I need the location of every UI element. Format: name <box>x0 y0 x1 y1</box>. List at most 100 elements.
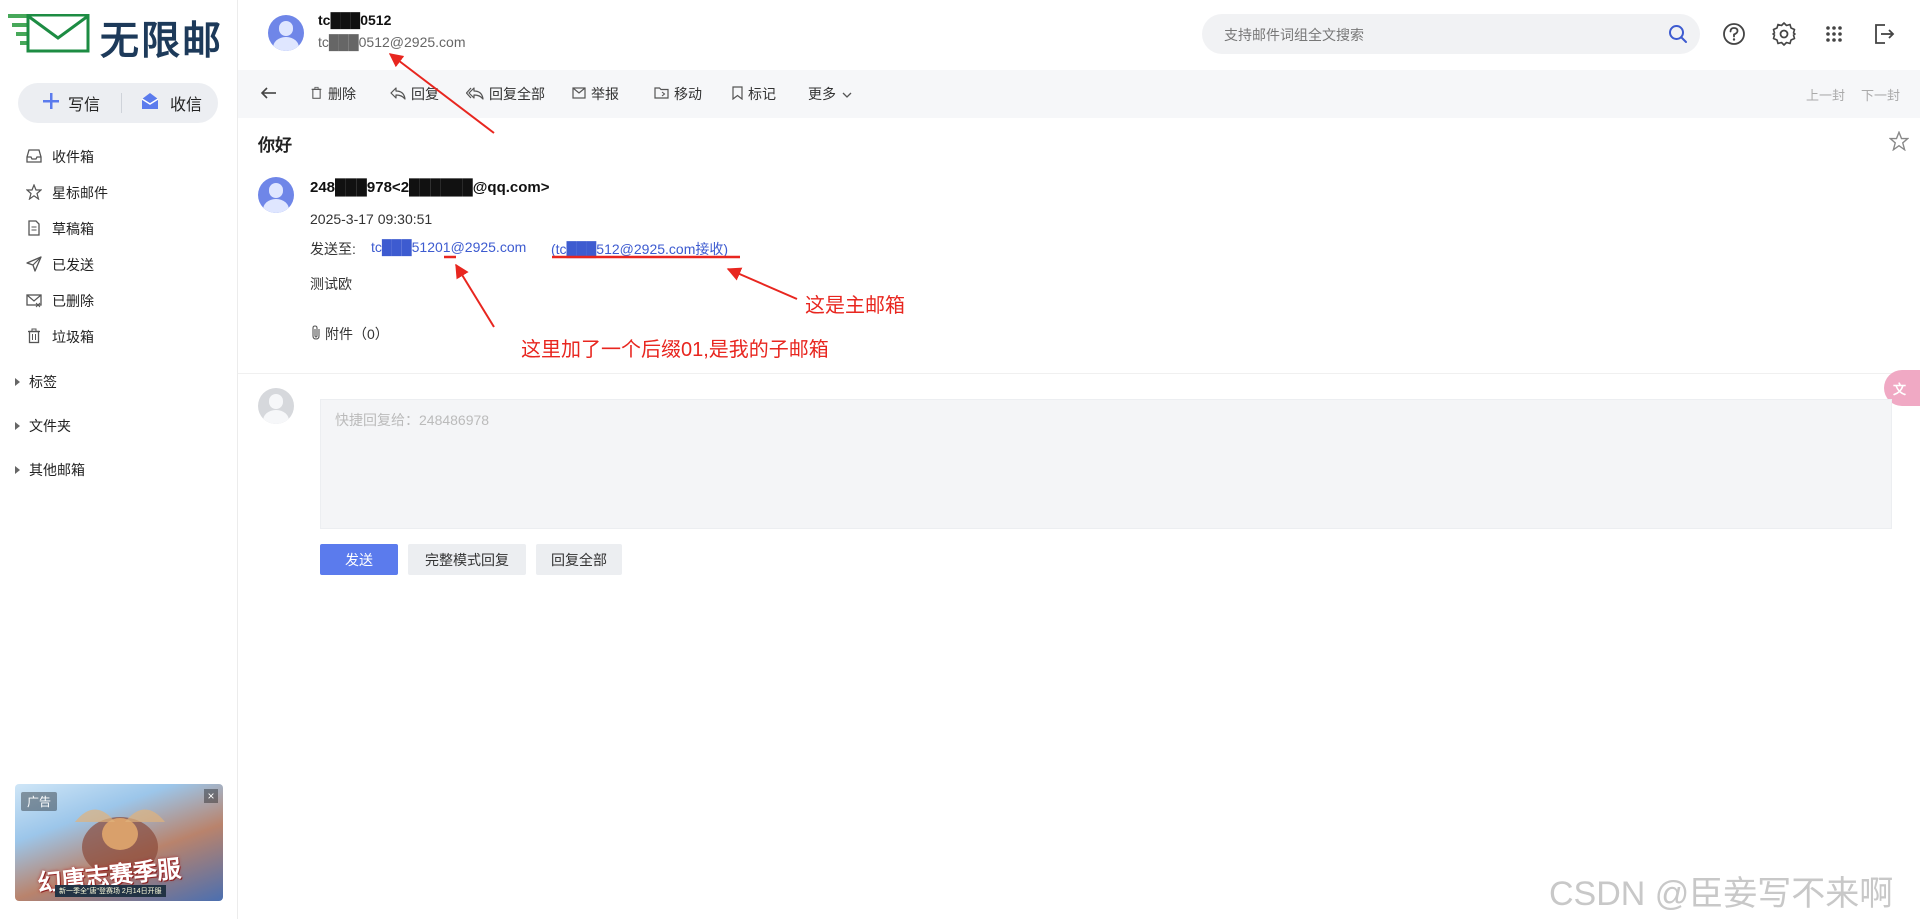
mail-toolbar: 删除 回复 回复全部 举报 移动 标记 更多 上一封 下一封 <box>238 70 1920 118</box>
back-button[interactable] <box>260 70 283 118</box>
sidebar-item-deleted[interactable]: 已删除 <box>26 287 94 315</box>
apps-grid-icon[interactable] <box>1820 20 1848 48</box>
mail-subject: 你好 <box>258 136 292 155</box>
sidebar-item-label: 垃圾箱 <box>52 329 94 345</box>
sidebar-item-label: 草稿箱 <box>52 221 94 237</box>
attachments-label: 附件（0） <box>325 326 389 342</box>
reply-label: 回复 <box>411 86 439 102</box>
mail-body: 测试欧 <box>310 276 352 292</box>
receive-mail-icon <box>140 92 160 115</box>
delete-label: 删除 <box>328 86 356 102</box>
sidebar-group-label: 其他邮箱 <box>29 462 85 478</box>
sidebar-group-folders[interactable]: 文件夹 <box>15 414 71 438</box>
ad-banner[interactable]: 广告 × 幻唐志赛季服 新一季全"唐"登赛场 2月14日开服 <box>15 784 223 901</box>
sidebar-item-inbox[interactable]: 收件箱 <box>26 143 94 171</box>
account-email: tc███0512@2925.com <box>318 34 466 50</box>
inbox-icon <box>26 148 52 167</box>
logo-text: 无限邮 <box>100 20 224 63</box>
reply-all-label: 回复全部 <box>489 86 545 102</box>
logout-icon[interactable] <box>1870 20 1898 48</box>
more-button[interactable]: 更多 <box>808 70 857 118</box>
ad-subtitle: 新一季全"唐"登赛场 2月14日开服 <box>55 885 166 897</box>
reply-icon <box>390 86 411 103</box>
search-icon[interactable] <box>1666 22 1690 51</box>
sidebar-item-label: 收件箱 <box>52 149 94 165</box>
report-button[interactable]: 举报 <box>572 70 619 118</box>
send-button[interactable]: 发送 <box>320 544 398 575</box>
account-avatar[interactable] <box>268 15 304 51</box>
star-icon <box>25 182 52 203</box>
account-name: tc███0512 <box>318 12 392 28</box>
receive-label: 收信 <box>170 97 203 114</box>
full-mode-reply-button[interactable]: 完整模式回复 <box>408 544 526 575</box>
plus-icon <box>42 92 60 115</box>
trash-icon <box>26 328 52 347</box>
search-input[interactable] <box>1222 24 1646 46</box>
receive-button[interactable]: 收信 <box>140 83 202 123</box>
mark-button[interactable]: 标记 <box>732 70 776 118</box>
reply-all-bottom-button[interactable]: 回复全部 <box>536 544 622 575</box>
gear-icon[interactable] <box>1770 20 1798 48</box>
deleted-mail-icon <box>26 292 52 311</box>
recipient-address[interactable]: tc███51201@2925.com <box>371 239 526 255</box>
star-icon[interactable] <box>1888 130 1910 156</box>
divider <box>238 373 1920 374</box>
reply-all-button[interactable]: 回复全部 <box>465 70 545 118</box>
mail-icon <box>572 86 591 102</box>
watermark: CSDN @臣妾写不来啊 <box>1549 875 1894 913</box>
reply-all-icon <box>465 86 489 103</box>
send-icon <box>26 255 52 275</box>
sidebar-item-drafts[interactable]: 草稿箱 <box>26 215 94 243</box>
sidebar-group-other-mailboxes[interactable]: 其他邮箱 <box>15 458 85 482</box>
recipient-label: 发送至: <box>310 241 356 257</box>
sender-avatar <box>258 177 294 213</box>
move-button[interactable]: 移动 <box>654 70 702 118</box>
compose-bar: 写信 收信 <box>18 83 218 123</box>
sidebar-item-starred[interactable]: 星标邮件 <box>25 179 108 207</box>
my-avatar <box>258 388 294 424</box>
sidebar-item-label: 已发送 <box>52 257 94 273</box>
more-label: 更多 <box>808 86 836 102</box>
sidebar: 无限邮 写信 收信 收件箱 星标邮件 草稿箱 已发送 已删除 垃圾箱 标签 文件… <box>0 0 238 919</box>
divider <box>121 93 122 113</box>
sidebar-item-label: 已删除 <box>52 293 94 309</box>
sidebar-item-label: 星标邮件 <box>52 185 108 201</box>
close-icon[interactable]: × <box>204 789 218 803</box>
reply-button[interactable]: 回复 <box>390 70 439 118</box>
sidebar-item-sent[interactable]: 已发送 <box>26 251 94 279</box>
mark-label: 标记 <box>748 86 776 102</box>
annotation-main-mailbox: 这是主邮箱 <box>805 295 905 317</box>
paperclip-icon <box>310 325 322 343</box>
prev-mail-button[interactable]: 上一封 <box>1806 70 1845 118</box>
move-label: 移动 <box>674 86 702 102</box>
report-label: 举报 <box>591 86 619 102</box>
folder-move-icon <box>654 86 674 102</box>
compose-button[interactable]: 写信 <box>42 83 100 123</box>
trash-icon <box>310 86 328 103</box>
receiving-mailbox[interactable]: (tc███512@2925.com接收) <box>551 239 728 259</box>
draft-icon <box>26 219 52 239</box>
help-icon[interactable] <box>1720 20 1748 48</box>
next-mail-button[interactable]: 下一封 <box>1861 70 1900 118</box>
mail-datetime: 2025-3-17 09:30:51 <box>310 211 433 227</box>
bookmark-icon <box>732 85 748 103</box>
sidebar-item-trash[interactable]: 垃圾箱 <box>26 323 94 351</box>
sidebar-group-label: 文件夹 <box>29 418 71 434</box>
compose-label: 写信 <box>68 97 101 114</box>
sidebar-group-label: 标签 <box>29 374 57 390</box>
caret-right-icon <box>15 422 20 430</box>
attachments[interactable]: 附件（0） <box>310 324 389 344</box>
search-bar <box>1202 14 1700 54</box>
caret-right-icon <box>15 378 20 386</box>
delete-button[interactable]: 删除 <box>310 70 356 118</box>
logo-icon[interactable] <box>6 13 92 54</box>
arrow-left-icon <box>260 84 283 105</box>
sender-address: 248███978<2██████@qq.com> <box>310 179 550 196</box>
annotation-sub-mailbox: 这里加了一个后缀01,是我的子邮箱 <box>521 339 829 361</box>
caret-right-icon <box>15 466 20 474</box>
sidebar-group-tags[interactable]: 标签 <box>15 370 57 394</box>
quick-reply-input[interactable] <box>333 408 1877 522</box>
quick-reply-box <box>320 399 1892 529</box>
chevron-down-icon <box>842 86 857 102</box>
ad-label: 广告 <box>21 792 58 811</box>
